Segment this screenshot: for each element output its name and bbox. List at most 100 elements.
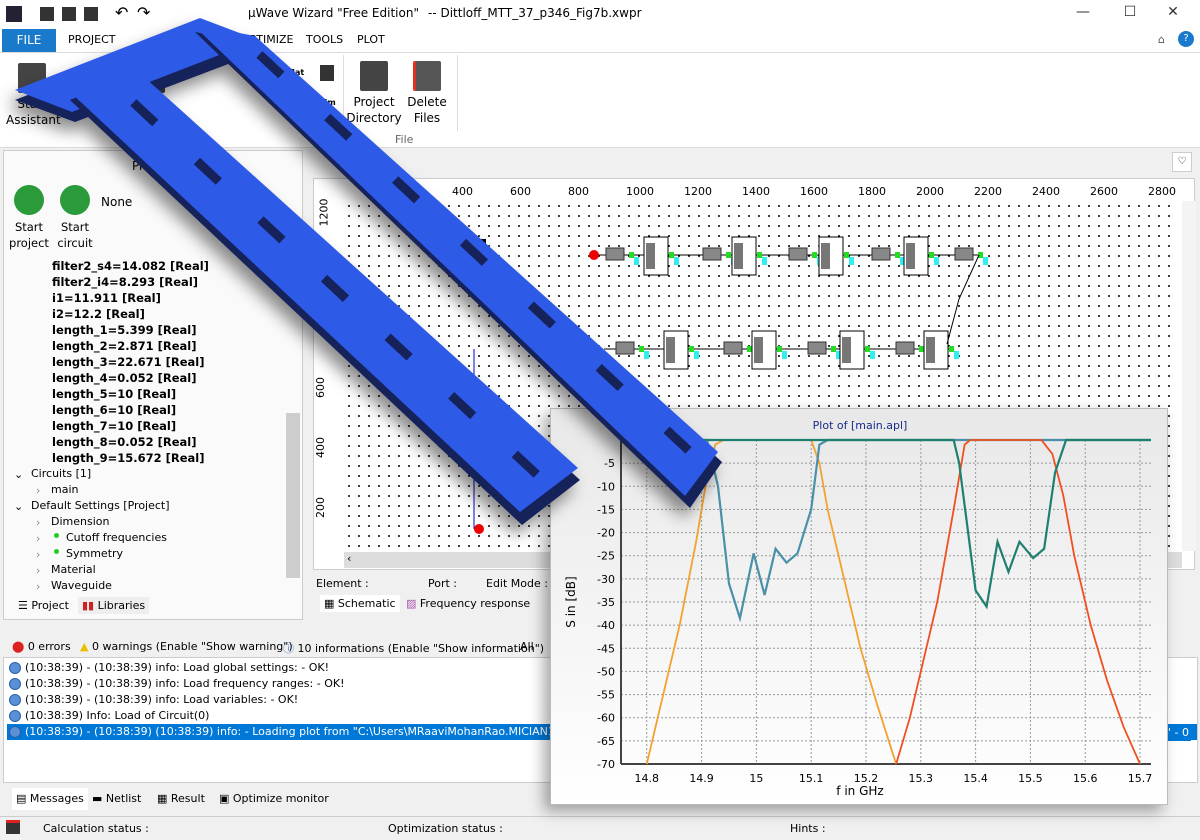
variable-item[interactable]: length_9=15.672 [Real]: [52, 451, 204, 465]
panel-title: Project: [132, 159, 174, 173]
chevron-right-icon[interactable]: ›: [36, 548, 40, 561]
tab-design[interactable]: DESIGN: [180, 33, 222, 46]
node-icon: [812, 252, 817, 258]
tree-item-setting[interactable]: Material: [51, 563, 96, 576]
x-tick-label: 15.7: [1128, 772, 1153, 785]
node-icon: [954, 351, 959, 359]
tree-item-setting[interactable]: Waveguide: [51, 579, 112, 592]
connection-wire: [946, 254, 980, 345]
tab-project[interactable]: PROJECT: [68, 33, 116, 46]
tab-schematic[interactable]: ▦ Schematic: [320, 595, 400, 612]
variable-item[interactable]: length_5=10 [Real]: [52, 387, 176, 401]
tab-optimize[interactable]: OPTIMIZE: [241, 33, 293, 46]
y-tick-label: -15: [597, 503, 615, 516]
mat-button[interactable]: Mat: [287, 68, 304, 77]
filter-iris-icon: [666, 337, 675, 363]
tree-item-setting[interactable]: Cutoff frequencies: [66, 531, 167, 544]
tab-libraries[interactable]: ▮▮ Libraries: [78, 597, 150, 614]
file-menu-button[interactable]: FILE: [2, 29, 56, 52]
chart-title: Plot of [main.apl]: [813, 419, 908, 432]
variable-item[interactable]: i1=11.911 [Real]: [52, 291, 161, 305]
errors-filter[interactable]: ⬤ 0 errors: [12, 640, 71, 653]
delete-files-button[interactable]: Delete Files: [402, 61, 452, 126]
x-tick-label: 14.9: [689, 772, 714, 785]
variable-item[interactable]: filter2_s4=14.082 [Real]: [52, 259, 209, 273]
chevron-right-icon[interactable]: ›: [36, 532, 40, 545]
document-title: -- Dittloff_MTT_37_p346_Fig7b.xwpr: [428, 6, 642, 20]
maximize-button[interactable]: ☐: [1115, 4, 1145, 24]
y-tick-label: -25: [597, 550, 615, 563]
variable-item[interactable]: length_3=22.671 [Real]: [52, 355, 204, 369]
variable-item[interactable]: length_6=10 [Real]: [52, 403, 176, 417]
start-circuit-button[interactable]: Start circuit: [52, 219, 98, 251]
informations-filter[interactable]: ⓘ 10 informations (Enable "Show informat…: [283, 640, 544, 656]
minimize-button[interactable]: —: [1068, 4, 1098, 24]
y-ruler-label: 600: [314, 377, 327, 398]
start-assistant-button[interactable]: Start Assistant: [6, 63, 61, 128]
open-icon[interactable]: [84, 7, 98, 21]
variable-item[interactable]: filter2_i4=8.293 [Real]: [52, 275, 198, 289]
all-filter[interactable]: All: [520, 640, 534, 653]
export-button[interactable]: Export: [277, 98, 307, 107]
series-line-3: [621, 438, 1151, 610]
scroll-left-icon[interactable]: ‹: [344, 552, 351, 565]
libraries-icon: ▮▮: [82, 599, 95, 612]
tree-item-setting[interactable]: Dimension: [51, 515, 109, 528]
circuit-selection[interactable]: None: [101, 195, 132, 209]
variable-item[interactable]: length_4=0.052 [Real]: [52, 371, 196, 385]
y-tick-label: -20: [597, 527, 615, 540]
messages-icon: ▤: [16, 792, 30, 805]
table-button[interactable]: Table: [125, 63, 177, 112]
dim-button[interactable]: Dim: [318, 98, 336, 107]
start-project-icon[interactable]: [14, 185, 44, 215]
tab-tools[interactable]: TOOLS: [306, 33, 343, 46]
chevron-right-icon[interactable]: ›: [36, 516, 40, 529]
chevron-down-icon[interactable]: ⌄: [14, 500, 23, 513]
variable-item[interactable]: length_7=10 [Real]: [52, 419, 176, 433]
tree-item-setting[interactable]: Symmetry: [66, 547, 123, 560]
home-icon[interactable]: ⌂: [1158, 33, 1165, 46]
start-circuit-icon[interactable]: [60, 185, 90, 215]
tab-optimize-monitor[interactable]: ▣ Optimize monitor: [215, 788, 333, 810]
close-button[interactable]: ✕: [1158, 4, 1188, 24]
variable-item[interactable]: i2=12.2 [Real]: [52, 307, 145, 321]
scrollbar[interactable]: [286, 413, 300, 578]
variable-item[interactable]: length_2=2.871 [Real]: [52, 339, 196, 353]
tab-messages[interactable]: ▤ Messages: [12, 788, 88, 810]
expand-ribbon-icon[interactable]: ♡: [1172, 152, 1192, 172]
settings-button[interactable]: Settings: [64, 79, 114, 95]
chevron-down-icon[interactable]: ⌄: [14, 468, 23, 481]
chevron-right-icon[interactable]: ›: [36, 484, 40, 497]
project-directory-button[interactable]: Project Directory: [346, 61, 402, 126]
tab-frequency-response[interactable]: ▨ Frequency response: [402, 595, 534, 612]
variable-item[interactable]: length_8=0.052 [Real]: [52, 435, 196, 449]
new-icon[interactable]: [40, 7, 54, 21]
y-tick-label: -30: [597, 573, 615, 586]
help-icon[interactable]: ?: [1178, 31, 1194, 47]
variable-item[interactable]: length_1=5.399 [Real]: [52, 323, 196, 337]
undo-icon[interactable]: ↶: [115, 3, 128, 22]
chevron-right-icon[interactable]: ›: [36, 580, 40, 593]
save-icon[interactable]: [62, 7, 76, 21]
tab-result[interactable]: ▦ Result: [153, 788, 209, 810]
node-icon: [747, 346, 752, 352]
vertical-scrollbar[interactable]: [1182, 201, 1196, 551]
tab-netlist[interactable]: ▬ Netlist: [88, 788, 145, 810]
tab-project-panel[interactable]: ☰ Project: [18, 599, 69, 612]
tab-plot[interactable]: PLOT: [357, 33, 385, 46]
redo-icon[interactable]: ↷: [137, 3, 150, 22]
warnings-filter[interactable]: ▲ 0 warnings (Enable "Show warning"): [80, 640, 293, 653]
calc-status-icon: [6, 820, 20, 834]
waveguide-section-icon: [615, 341, 635, 355]
tree-item-default-settings[interactable]: Default Settings [Project]: [31, 499, 170, 512]
tree-item-circuits[interactable]: Circuits [1]: [31, 467, 91, 480]
filter-iris-icon: [821, 243, 830, 269]
node-icon: [934, 257, 939, 265]
chevron-right-icon[interactable]: ›: [36, 564, 40, 577]
x-ruler-label: 1400: [742, 185, 770, 198]
wizard-icon: [18, 63, 46, 93]
save-dim-icon[interactable]: [320, 65, 334, 81]
start-project-button[interactable]: Start project: [4, 219, 54, 251]
tree-item-main[interactable]: main: [51, 483, 78, 496]
status-dot-icon: [54, 549, 59, 554]
